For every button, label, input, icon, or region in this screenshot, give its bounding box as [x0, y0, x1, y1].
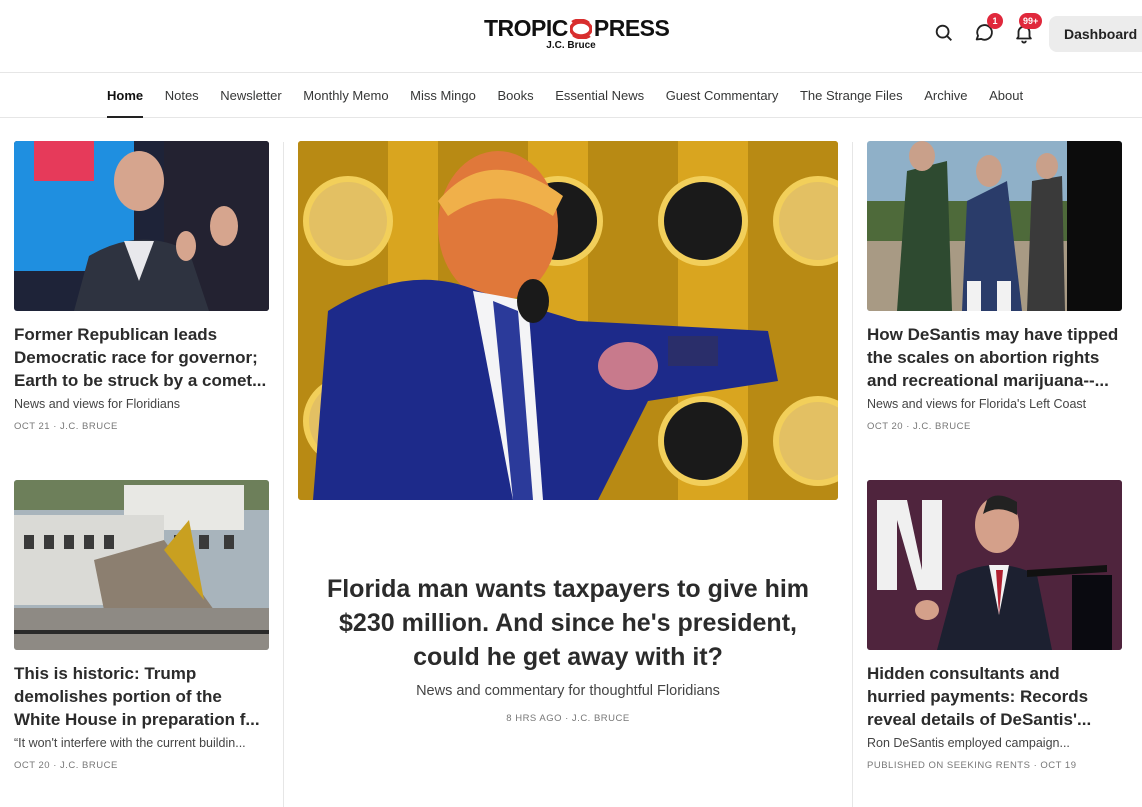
notifications-button[interactable]: 99+ [1013, 13, 1043, 46]
post-meta: OCT 20 · J.C. BRUCE [14, 760, 118, 771]
featured-post-subtitle: News and commentary for thoughtful Flori… [416, 683, 720, 699]
featured-post-meta: 8 HRS AGO · J.C. BRUCE [506, 713, 630, 724]
site-logo[interactable]: TROPIC PRESS J.C. Bruce [484, 15, 670, 55]
post-meta: PUBLISHED ON SEEKING RENTS · OCT 19 [867, 760, 1077, 771]
logo-text-left: TROPIC [484, 15, 568, 41]
featured-post-title[interactable]: Florida man wants taxpayers to give him … [318, 572, 818, 674]
logo-author: J.C. Bruce [546, 40, 596, 51]
nav-item-books[interactable]: Books [497, 74, 533, 118]
nav-item-home[interactable]: Home [107, 74, 144, 118]
post-thumbnail[interactable] [14, 480, 269, 650]
post-card-right-top[interactable]: How DeSantis may have tipped the scales … [867, 141, 1122, 436]
nav-item-monthly-memo[interactable]: Monthly Memo [303, 74, 388, 118]
demolition-photo [14, 480, 269, 650]
post-subtitle: News and views for Floridians [14, 397, 181, 411]
outdoor-group-photo [867, 141, 1122, 311]
post-thumbnail[interactable] [867, 141, 1122, 311]
nav-item-notes[interactable]: Notes [165, 74, 199, 118]
post-meta: OCT 20 · J.C. BRUCE [867, 421, 971, 432]
hurricane-logo-icon [569, 19, 592, 39]
search-button[interactable] [933, 22, 957, 46]
column-divider-left [283, 142, 284, 807]
nav-item-essential-news[interactable]: Essential News [555, 74, 644, 118]
post-thumbnail[interactable] [867, 480, 1122, 650]
post-thumbnail[interactable] [14, 141, 269, 311]
featured-illustration [298, 141, 838, 500]
post-title[interactable]: How DeSantis may have tipped the scales … [867, 323, 1122, 392]
chat-button[interactable]: 1 [973, 13, 1003, 46]
featured-post-image[interactable] [298, 141, 838, 500]
speaker-photo [14, 141, 269, 311]
search-icon [935, 24, 952, 41]
podium-speaker-photo [867, 480, 1122, 650]
post-title[interactable]: Hidden consultants and hurried payments:… [867, 662, 1122, 731]
post-subtitle: News and views for Florida's Left Coast [867, 397, 1087, 411]
post-card-right-bottom[interactable]: Hidden consultants and hurried payments:… [867, 480, 1122, 775]
post-subtitle: Ron DeSantis employed campaign... [867, 736, 1070, 750]
logo-wordmark: TROPIC PRESS [484, 15, 670, 41]
nav-item-about[interactable]: About [989, 74, 1023, 118]
nav-item-the-strange-files[interactable]: The Strange Files [800, 74, 903, 118]
nav-item-miss-mingo[interactable]: Miss Mingo [410, 74, 476, 118]
post-card-left-top[interactable]: Former Republican leads Democratic race … [14, 141, 269, 436]
nav-item-archive[interactable]: Archive [924, 74, 967, 118]
nav-list: Home Notes Newsletter Monthly Memo Miss Ming… [107, 74, 1045, 118]
post-meta: OCT 21 · J.C. BRUCE [14, 421, 118, 432]
post-card-left-bottom[interactable]: This is historic: Trump demolishes porti… [14, 480, 269, 775]
post-title[interactable]: This is historic: Trump demolishes porti… [14, 662, 269, 731]
post-title[interactable]: Former Republican leads Democratic race … [14, 323, 269, 392]
chat-count-badge: 1 [987, 13, 1003, 29]
column-divider-right [852, 142, 853, 807]
notification-count-badge: 99+ [1019, 13, 1043, 29]
section-nav: Home Notes Newsletter Monthly Memo Miss Ming… [0, 74, 1142, 118]
nav-item-newsletter[interactable]: Newsletter [220, 74, 281, 118]
logo-text-right: PRESS [593, 15, 670, 41]
post-subtitle: “It won't interfere with the current bui… [14, 736, 246, 750]
dashboard-button[interactable]: Dashboard [1049, 16, 1142, 52]
nav-item-guest-commentary[interactable]: Guest Commentary [666, 74, 779, 118]
top-header: TROPIC PRESS J.C. Bruce 1 99+ Dashboard [0, 0, 1142, 73]
